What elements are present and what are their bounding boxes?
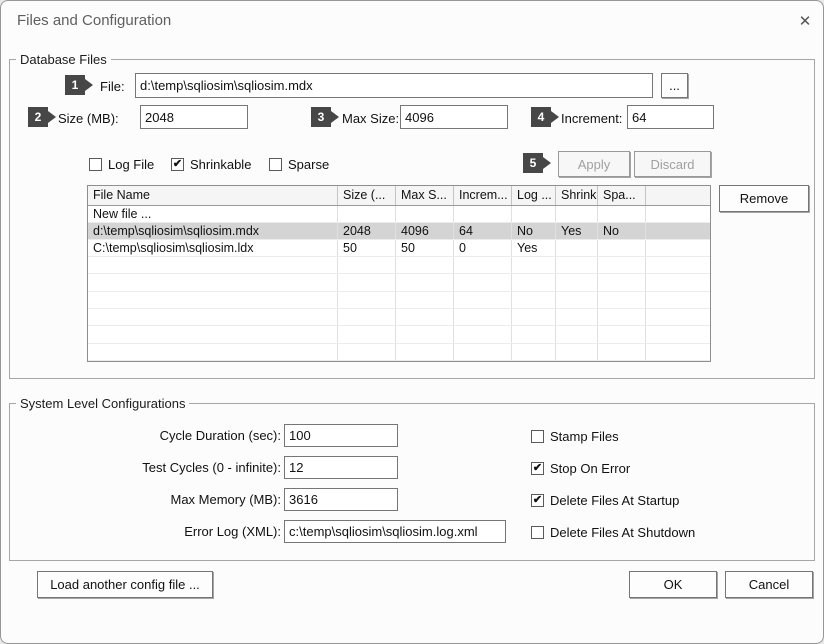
log-file-checkbox[interactable]: Log File bbox=[89, 157, 154, 172]
cancel-button[interactable]: Cancel bbox=[725, 571, 813, 598]
file-input[interactable] bbox=[135, 73, 653, 98]
ok-button[interactable]: OK bbox=[629, 571, 717, 598]
col-header-shrink[interactable]: Shrink bbox=[556, 186, 598, 205]
system-config-group-label: System Level Configurations bbox=[16, 396, 189, 411]
shrinkable-checkbox-box: ✔ bbox=[171, 158, 184, 171]
max-memory-label: Max Memory (MB): bbox=[81, 492, 281, 507]
load-config-button[interactable]: Load another config file ... bbox=[37, 571, 213, 598]
apply-button[interactable]: Apply bbox=[558, 151, 630, 177]
close-icon[interactable]: ✕ bbox=[793, 9, 817, 33]
callout-2-badge: 2 bbox=[28, 107, 48, 127]
table-empty-area bbox=[88, 257, 710, 361]
shrinkable-checkbox[interactable]: ✔ Shrinkable bbox=[171, 157, 251, 172]
discard-button[interactable]: Discard bbox=[634, 151, 711, 177]
delete-files-at-shutdown-checkbox[interactable]: Delete Files At Shutdown bbox=[531, 525, 695, 540]
increment-label: Increment: bbox=[561, 111, 622, 126]
sparse-checkbox-box bbox=[269, 158, 282, 171]
col-header-blank bbox=[646, 186, 710, 205]
table-row-new-file[interactable]: New file ... bbox=[88, 206, 710, 223]
table-row-mdx-selected[interactable]: d:\temp\sqliosim\sqliosim.mdx 2048 4096 … bbox=[88, 223, 710, 240]
col-header-increment[interactable]: Increm... bbox=[454, 186, 512, 205]
delete-files-at-startup-checkbox[interactable]: ✔ Delete Files At Startup bbox=[531, 493, 679, 508]
max-size-label: Max Size: bbox=[342, 111, 399, 126]
cycle-duration-input[interactable] bbox=[284, 424, 398, 447]
stamp-files-checkbox[interactable]: Stamp Files bbox=[531, 429, 619, 444]
max-memory-input[interactable] bbox=[284, 488, 398, 511]
log-file-checkbox-box bbox=[89, 158, 102, 171]
callout-3-badge: 3 bbox=[311, 107, 331, 127]
table-row-ldx[interactable]: C:\temp\sqliosim\sqliosim.ldx 50 50 0 Ye… bbox=[88, 240, 710, 257]
test-cycles-input[interactable] bbox=[284, 456, 398, 479]
files-and-configuration-dialog: Files and Configuration ✕ Database Files… bbox=[0, 0, 824, 644]
col-header-size[interactable]: Size (... bbox=[338, 186, 396, 205]
browse-button[interactable]: ... bbox=[661, 73, 688, 98]
size-label: Size (MB): bbox=[58, 111, 119, 126]
callout-5-badge: 5 bbox=[523, 153, 543, 173]
test-cycles-label: Test Cycles (0 - infinite): bbox=[81, 460, 281, 475]
error-log-input[interactable] bbox=[284, 520, 506, 543]
stop-on-error-checkbox[interactable]: ✔ Stop On Error bbox=[531, 461, 630, 476]
size-input[interactable] bbox=[140, 105, 248, 129]
file-label: File: bbox=[100, 79, 125, 94]
col-header-max-size[interactable]: Max S... bbox=[396, 186, 454, 205]
error-log-label: Error Log (XML): bbox=[81, 524, 281, 539]
delete-files-at-shutdown-checkbox-box bbox=[531, 526, 544, 539]
max-size-input[interactable] bbox=[400, 105, 508, 129]
dialog-title: Files and Configuration bbox=[17, 12, 171, 29]
callout-4-badge: 4 bbox=[531, 107, 551, 127]
sparse-checkbox[interactable]: Sparse bbox=[269, 157, 329, 172]
remove-button[interactable]: Remove bbox=[719, 185, 809, 212]
stamp-files-checkbox-box bbox=[531, 430, 544, 443]
delete-files-at-startup-checkbox-box: ✔ bbox=[531, 494, 544, 507]
files-table: File Name Size (... Max S... Increm... L… bbox=[87, 185, 711, 362]
files-table-header: File Name Size (... Max S... Increm... L… bbox=[88, 186, 710, 206]
stop-on-error-checkbox-box: ✔ bbox=[531, 462, 544, 475]
database-files-group-label: Database Files bbox=[16, 52, 111, 67]
increment-input[interactable] bbox=[627, 105, 714, 129]
col-header-sparse[interactable]: Spa... bbox=[598, 186, 646, 205]
callout-1-badge: 1 bbox=[65, 75, 85, 95]
col-header-file-name[interactable]: File Name bbox=[88, 186, 338, 205]
col-header-log[interactable]: Log ... bbox=[512, 186, 556, 205]
cycle-duration-label: Cycle Duration (sec): bbox=[81, 428, 281, 443]
